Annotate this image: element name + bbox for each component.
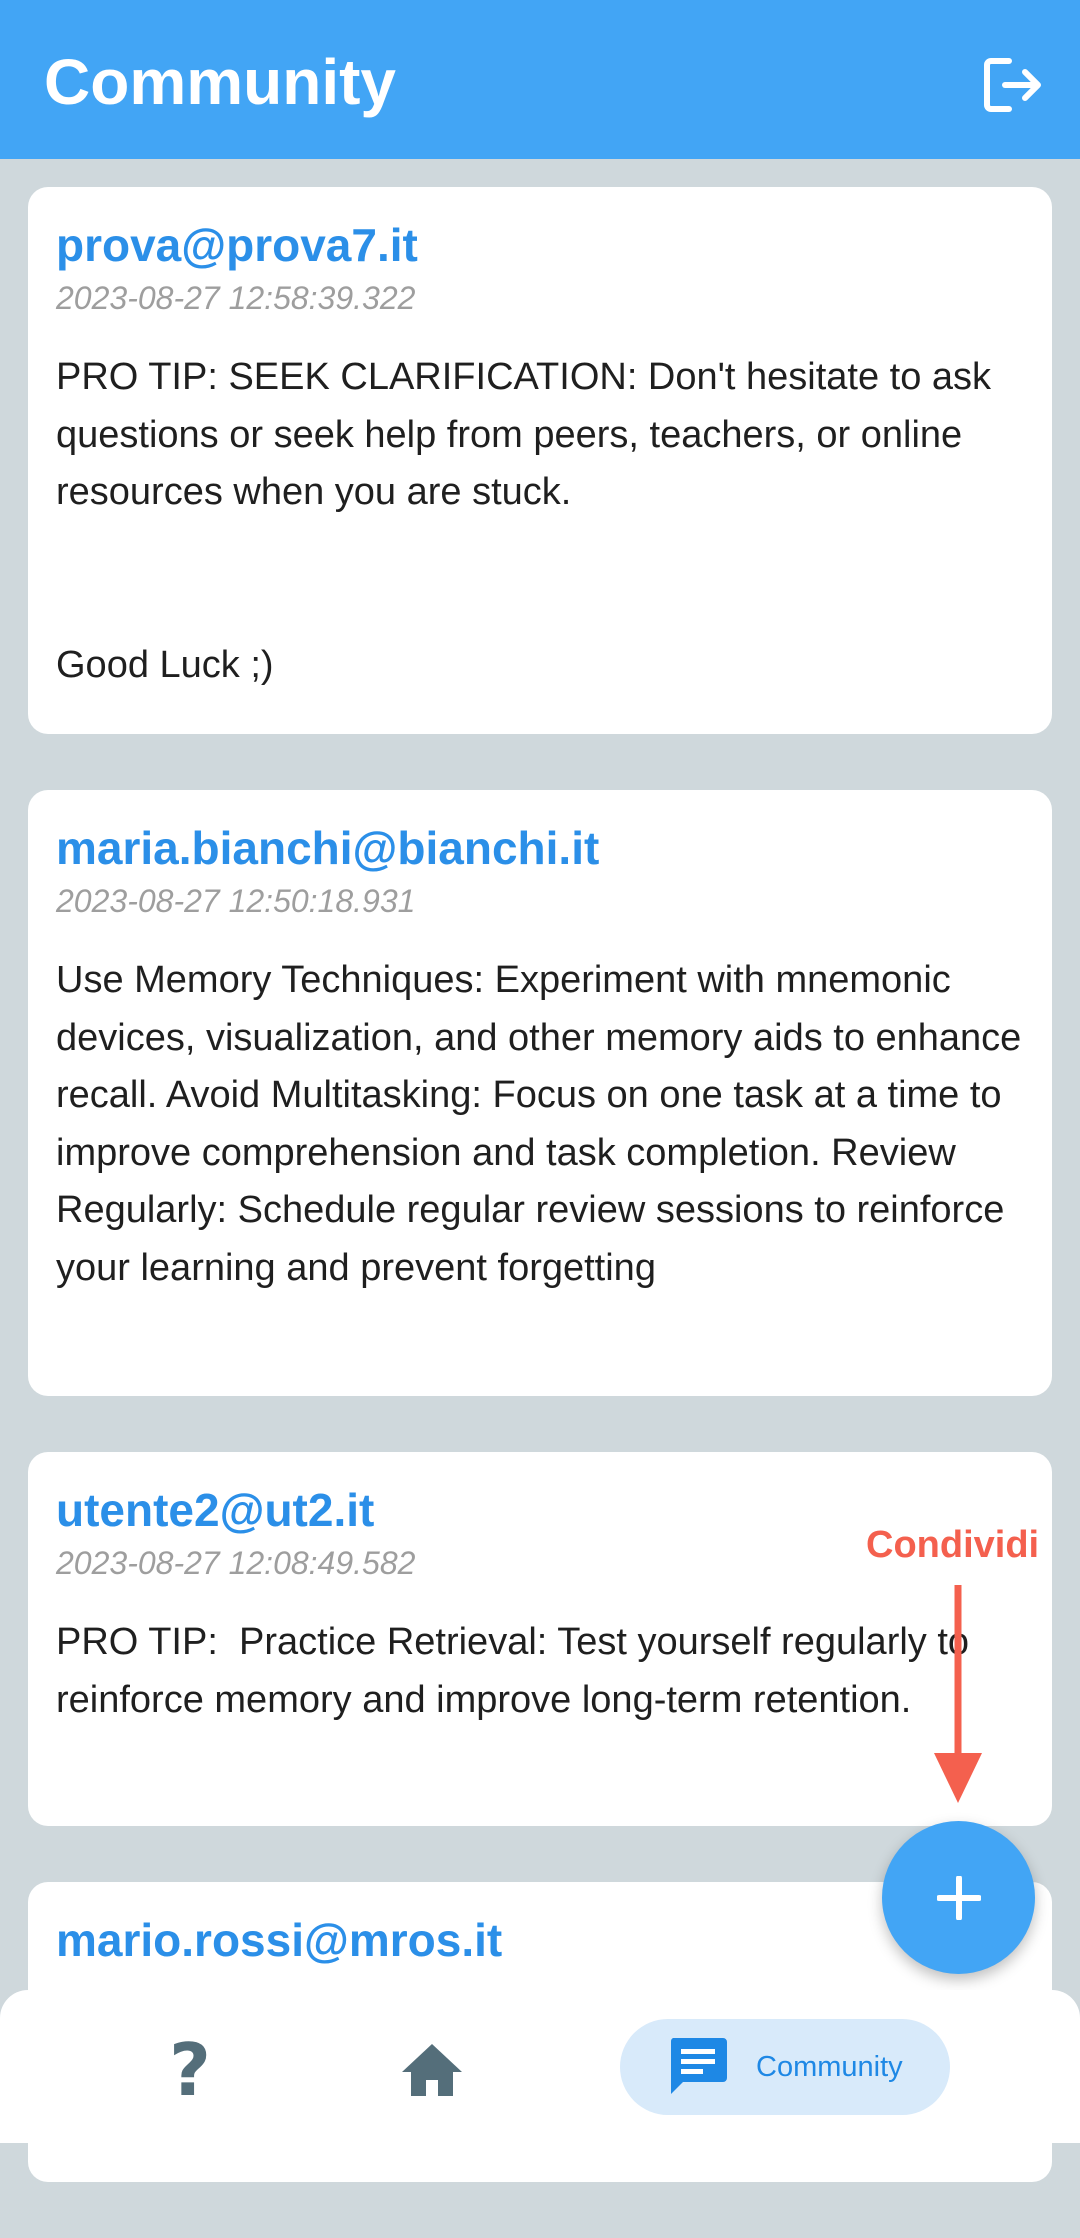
post-author: prova@prova7.it — [56, 219, 418, 271]
post-card: prova@prova7.it 2023-08-27 12:58:39.322 … — [28, 187, 1052, 734]
logout-icon — [984, 58, 1041, 112]
nav-community-label: Community — [756, 2051, 903, 2083]
bottom-navigation: ? Community — [0, 1990, 1080, 2143]
nav-help[interactable]: ? — [150, 2030, 230, 2110]
plus-icon — [936, 1875, 981, 1920]
app-bar: Community — [0, 0, 1080, 159]
post-card: maria.bianchi@bianchi.it 2023-08-27 12:5… — [28, 790, 1052, 1396]
post-body: Use Memory Techniques: Experiment with m… — [56, 959, 1032, 1289]
annotation-label: Condividi — [866, 1524, 1040, 1566]
annotation-arrow-icon — [934, 1585, 982, 1803]
post-body: PRO TIP: SEEK CLARIFICATION: Don't hesit… — [56, 356, 992, 686]
add-post-button[interactable] — [882, 1821, 1035, 1974]
post-card: utente2@ut2.it 2023-08-27 12:08:49.582 P… — [28, 1452, 1052, 1826]
logout-button[interactable] — [978, 50, 1048, 120]
nav-home[interactable] — [392, 2030, 472, 2110]
post-author: maria.bianchi@bianchi.it — [56, 822, 600, 874]
post-timestamp: 2023-08-27 12:50:18.931 — [56, 883, 416, 919]
home-icon — [402, 2044, 462, 2096]
post-body: PRO TIP: Practice Retrieval: Test yourse… — [56, 1621, 980, 1721]
nav-community[interactable]: Community — [620, 2019, 950, 2115]
chat-icon — [666, 2035, 730, 2099]
post-author: mario.rossi@mros.it — [56, 1914, 503, 1966]
page-title: Community — [44, 46, 396, 118]
post-timestamp: 2023-08-27 12:58:39.322 — [56, 280, 416, 316]
help-icon: ? — [169, 2028, 211, 2112]
